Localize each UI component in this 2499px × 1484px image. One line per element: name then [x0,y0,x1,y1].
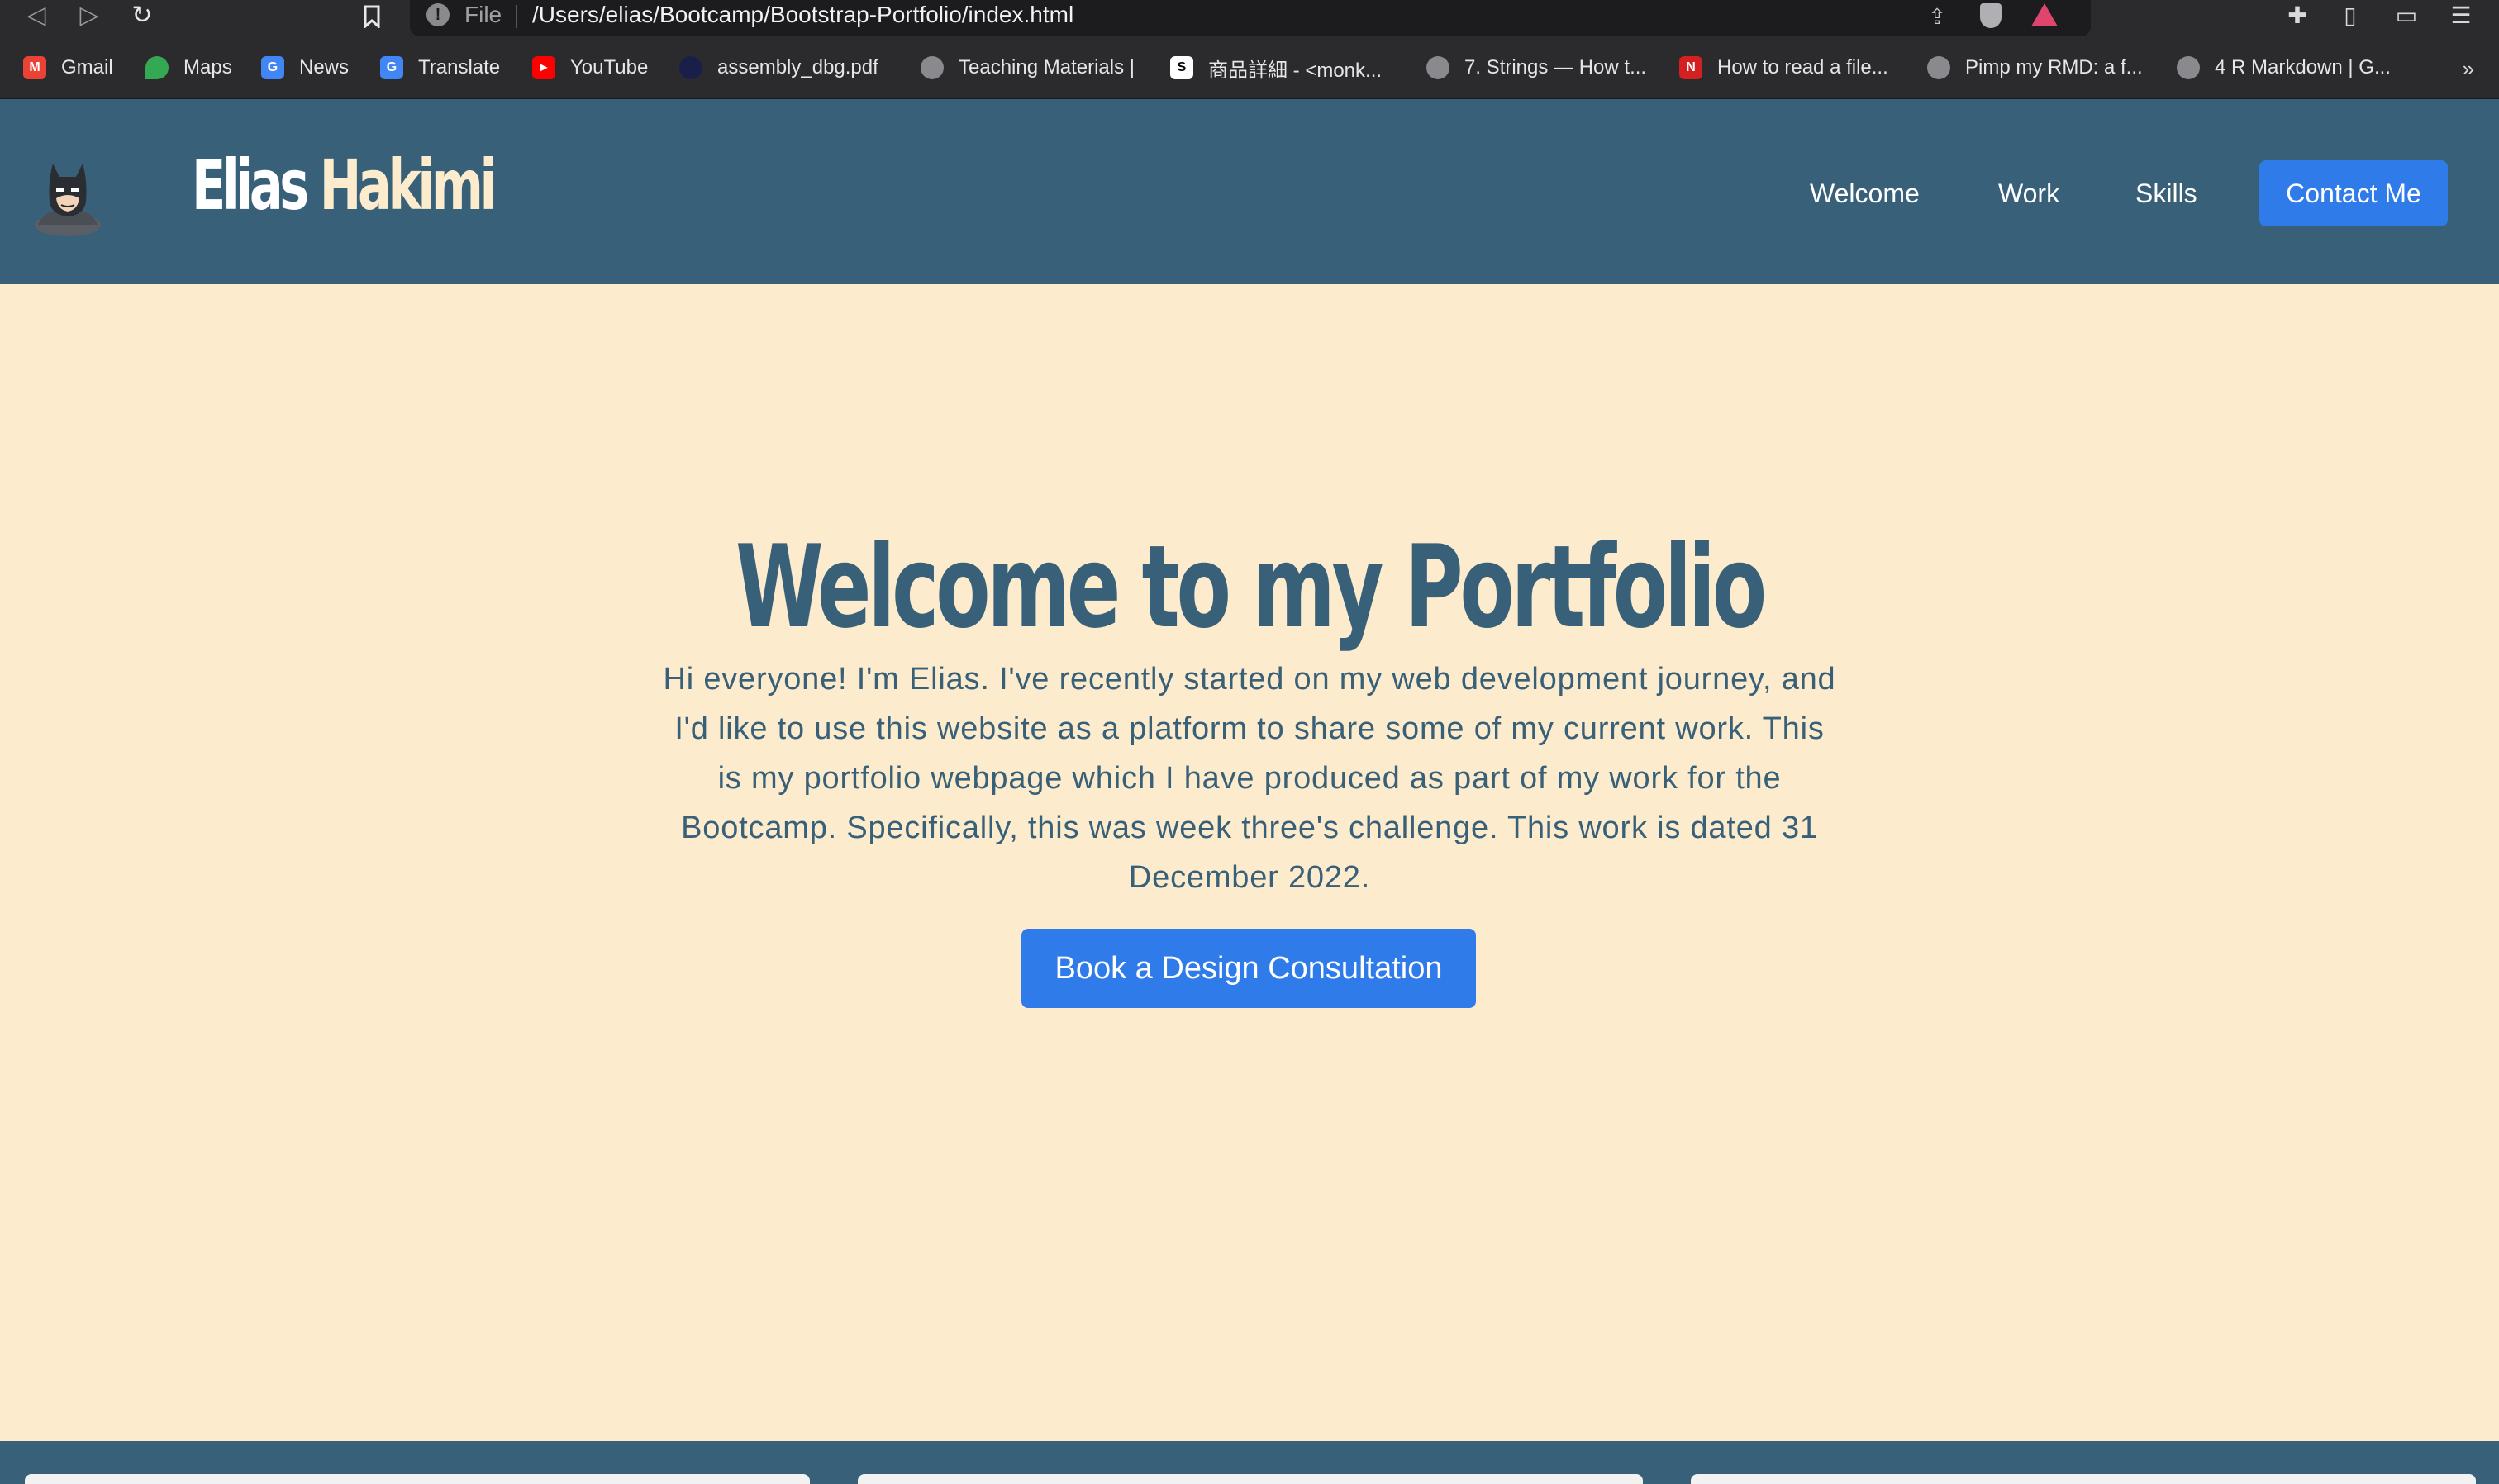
bookmark-label: 7. Strings — How t... [1464,56,1647,78]
bookmark-r-markdown[interactable]: 4 R Markdown | G... [2177,53,2391,83]
back-icon[interactable]: ◁ [20,0,53,33]
n-logo-icon: N [1679,56,1702,79]
bookmark-maps[interactable]: Maps [145,53,232,83]
brave-shield-icon[interactable] [1980,3,2002,28]
bookmarks-bar: M Gmail Maps G News G Translate ▸ YouTub… [0,38,2499,99]
nav-skills[interactable]: Skills [2135,178,2197,209]
forward-icon[interactable]: ▷ [73,0,106,33]
bookmark-pimp-rmd[interactable]: Pimp my RMD: a f... [1927,53,2143,83]
gmail-icon: M [23,56,46,79]
hero-title: Welcome to my Portfolio [735,521,1767,654]
work-section [0,1441,2499,1484]
reload-icon[interactable]: ↻ [126,0,159,33]
work-card[interactable] [1691,1474,2476,1484]
bookmark-read-file[interactable]: N How to read a file... [1679,53,1888,83]
site-info-icon[interactable]: ! [426,3,450,26]
pdf-globe-icon [679,56,702,79]
menu-icon[interactable]: ☰ [2444,0,2478,33]
brand-name[interactable]: Elias Hakimi [192,144,497,227]
bookmark-label: 商品詳細 - <monk... [1208,59,1383,82]
bookmark-youtube[interactable]: ▸ YouTube [532,53,648,83]
nav-work[interactable]: Work [1998,178,2059,209]
bookmark-assembly[interactable]: assembly_dbg.pdf [679,53,878,83]
bookmark-label: How to read a file... [1717,56,1888,78]
bookmark-label: Teaching Materials | [959,56,1135,78]
bookmark-news[interactable]: G News [261,53,349,83]
address-bar[interactable]: ! File /Users/elias/Bootcamp/Bootstrap-P… [410,0,2091,36]
work-card[interactable] [858,1474,1643,1484]
bookmark-translate[interactable]: G Translate [380,53,500,83]
share-icon[interactable]: ⇪ [1922,2,1952,31]
bookmark-teaching[interactable]: Teaching Materials | [921,53,1135,83]
brand-first-name: Elias [192,145,309,226]
brand-last-name: Hakimi [319,145,497,226]
bookmark-shop[interactable]: S 商品詳細 - <monk... [1170,53,1382,83]
shop-icon: S [1170,56,1193,79]
extensions-icon[interactable]: ✚ [2281,0,2314,33]
bookmark-label: YouTube [570,56,649,78]
maps-pin-icon [145,56,169,79]
sidebar-icon[interactable]: ▯ [2334,0,2367,33]
youtube-icon: ▸ [532,56,555,79]
url-scheme: File [464,2,502,27]
browser-toolbar: ◁ ▷ ↻ ! File /Users/elias/Bootcamp/Boots… [0,0,2499,38]
brave-rewards-icon[interactable] [2031,3,2058,26]
globe-icon [1927,56,1950,79]
globe-icon [1426,56,1449,79]
globe-icon [2177,56,2200,79]
bookmark-label: assembly_dbg.pdf [717,56,878,78]
bookmark-label: 4 R Markdown | G... [2215,56,2391,78]
bookmark-label: Pimp my RMD: a f... [1965,56,2143,78]
url-divider [516,5,517,28]
site-header: Elias Hakimi Welcome Work Skills Contact… [0,99,2499,284]
bookmark-strings[interactable]: 7. Strings — How t... [1426,53,1646,83]
work-card[interactable] [25,1474,810,1484]
bookmark-icon[interactable] [355,0,388,33]
book-consultation-button[interactable]: Book a Design Consultation [1021,929,1476,1008]
bookmark-label: Translate [418,56,501,78]
contact-me-button[interactable]: Contact Me [2259,160,2448,226]
bookmarks-overflow-icon[interactable]: » [2463,56,2474,82]
google-translate-icon: G [380,56,403,79]
bookmark-label: News [299,56,350,78]
hero-intro-text: Hi everyone! I'm Elias. I've recently st… [663,662,1836,895]
batman-avatar-icon [35,164,101,236]
wallet-icon[interactable]: ▭ [2390,0,2423,33]
bookmark-label: Gmail [61,56,113,78]
bookmark-label: Maps [183,56,232,78]
nav-welcome[interactable]: Welcome [1810,178,1920,209]
globe-icon [921,56,944,79]
bookmark-gmail[interactable]: M Gmail [23,53,113,83]
google-news-icon: G [261,56,284,79]
url-text[interactable]: /Users/elias/Bootcamp/Bootstrap-Portfoli… [532,2,1073,28]
